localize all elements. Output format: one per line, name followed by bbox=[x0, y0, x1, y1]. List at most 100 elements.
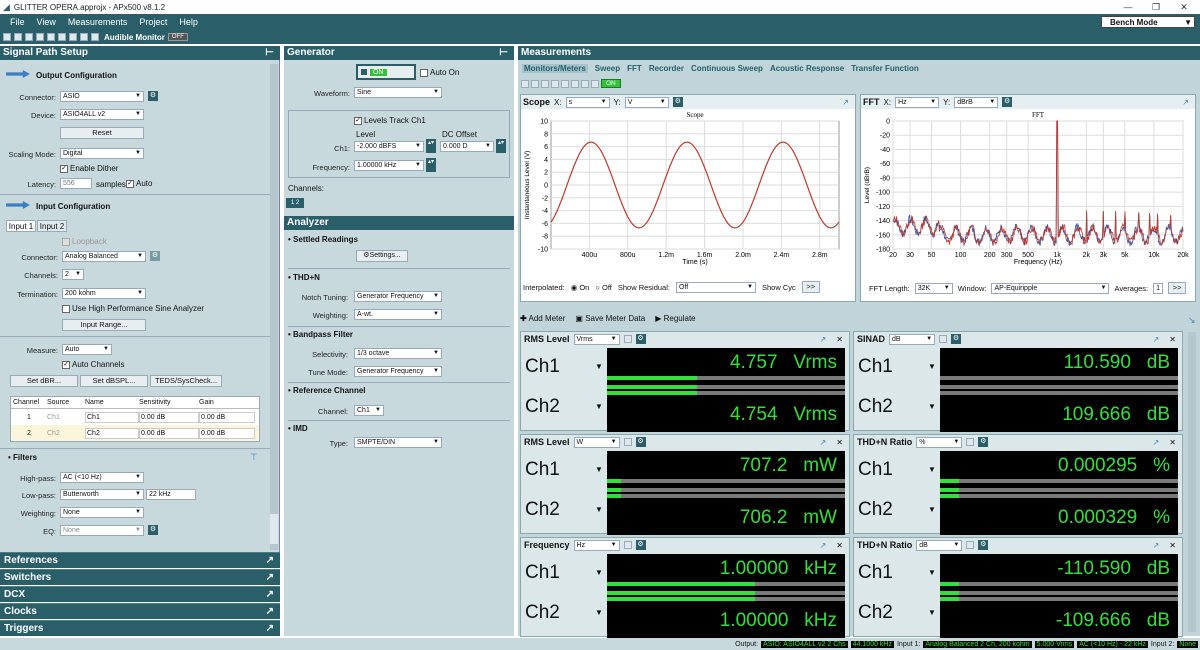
spin-icon[interactable]: ▴▾ bbox=[426, 158, 436, 172]
bar-icon[interactable] bbox=[541, 79, 549, 88]
tab-transfer-function[interactable]: Transfer Function bbox=[851, 64, 919, 73]
gear-icon[interactable]: ⚙ bbox=[635, 437, 646, 447]
tab-monitors-meters[interactable]: Monitors/Meters bbox=[522, 64, 588, 73]
generator-on-toggle[interactable]: ON bbox=[356, 64, 416, 80]
minimize-icon[interactable]: — bbox=[1115, 0, 1141, 14]
auto-on-checkbox[interactable]: Auto On bbox=[420, 68, 459, 77]
bench-mode-select[interactable]: Bench Mode ▼ bbox=[1101, 16, 1195, 28]
meter-format-icon[interactable] bbox=[966, 438, 975, 446]
latency-auto-checkbox[interactable]: ✓ Auto bbox=[126, 179, 152, 188]
chevron-down-icon[interactable]: ▼ bbox=[928, 568, 936, 577]
weighting-select[interactable]: None ▼ bbox=[60, 507, 144, 518]
interpolated-on-radio[interactable]: ◉ On bbox=[571, 283, 590, 292]
enable-dither-checkbox[interactable]: ✓ Enable Dither bbox=[60, 164, 118, 173]
set-dbr-button[interactable]: Set dBR... bbox=[10, 375, 78, 387]
close-icon[interactable]: ✕ bbox=[836, 335, 843, 344]
settings-icon[interactable] bbox=[69, 33, 77, 41]
chevron-down-icon[interactable]: ▼ bbox=[928, 402, 936, 411]
notch-select[interactable]: Generator Frequency ▼ bbox=[354, 291, 442, 302]
close-icon[interactable]: ✕ bbox=[836, 541, 843, 550]
scrollbar[interactable] bbox=[270, 64, 278, 550]
input-range-button[interactable]: Input Range... bbox=[62, 319, 146, 331]
channel-selector-icon[interactable]: 1 2 bbox=[286, 198, 304, 208]
menu-view[interactable]: View bbox=[37, 17, 56, 27]
tab-fft[interactable]: FFT bbox=[627, 64, 642, 73]
regulate-button[interactable]: ▶ Regulate bbox=[655, 314, 695, 323]
chevron-down-icon[interactable]: ▼ bbox=[595, 608, 603, 617]
menu-measurements[interactable]: Measurements bbox=[68, 17, 128, 27]
frequency-input[interactable]: 1.00000 kHz ▼ bbox=[354, 160, 424, 171]
channels-select[interactable]: 2 ▼ bbox=[62, 269, 84, 280]
gear-icon[interactable]: ⚙ bbox=[951, 334, 962, 344]
menu-help[interactable]: Help bbox=[179, 17, 198, 27]
meter-unit-select[interactable]: dB ▼ bbox=[916, 539, 963, 551]
gear-icon[interactable] bbox=[571, 79, 579, 88]
gear-icon[interactable]: ⚙ bbox=[1002, 97, 1013, 107]
device-select[interactable]: ASIO4ALL v2 ▼ bbox=[60, 109, 144, 120]
expand-icon[interactable]: ↗ bbox=[842, 98, 849, 107]
table-row[interactable]: 2 Ch2 Ch2 0.00 dB 0.00 dB bbox=[11, 425, 259, 441]
tab-sweep[interactable]: Sweep bbox=[595, 64, 620, 73]
fft-y-select[interactable]: dBrB ▼ bbox=[954, 96, 999, 108]
highpass-select[interactable]: AC (<10 Hz) ▼ bbox=[60, 472, 144, 483]
stop-icon[interactable] bbox=[591, 79, 599, 88]
meter-unit-select[interactable]: Hz ▼ bbox=[573, 539, 620, 551]
selectivity-select[interactable]: 1/3 octave ▼ bbox=[354, 348, 442, 359]
tab-continuous-sweep[interactable]: Continuous Sweep bbox=[691, 64, 763, 73]
chevron-down-icon[interactable]: ▼ bbox=[928, 362, 936, 371]
table-row[interactable]: 1 Ch1 Ch1 0.00 dB 0.00 dB bbox=[11, 409, 259, 425]
waveform-select[interactable]: Sine ▼ bbox=[354, 87, 442, 98]
loopback-checkbox[interactable]: Loopback bbox=[62, 237, 107, 246]
close-icon[interactable]: ✕ bbox=[1169, 438, 1176, 447]
teds-syscheck-button[interactable]: TEDS/SysCheck... bbox=[150, 375, 222, 387]
sequence-icon[interactable] bbox=[58, 33, 66, 41]
fft-length-select[interactable]: 32K ▼ bbox=[914, 282, 953, 294]
spin-icon[interactable]: ▴▾ bbox=[496, 139, 506, 153]
chevron-down-icon[interactable]: ▼ bbox=[928, 465, 936, 474]
cell-name[interactable]: Ch1 bbox=[85, 411, 139, 423]
list-icon[interactable] bbox=[551, 79, 559, 88]
collapse-icon[interactable]: ↘ bbox=[1188, 315, 1196, 326]
gear-icon[interactable]: ⚙ bbox=[978, 540, 989, 550]
chevron-down-icon[interactable]: ▼ bbox=[595, 402, 603, 411]
save-meter-data-button[interactable]: ▣ Save Meter Data bbox=[575, 314, 645, 323]
meter-unit-select[interactable]: dB ▼ bbox=[889, 333, 936, 345]
menu-project[interactable]: Project bbox=[139, 17, 167, 27]
set-dbspl-button[interactable]: Set dBSPL... bbox=[80, 375, 148, 387]
reset-button[interactable]: Reset bbox=[60, 127, 144, 139]
clock-icon[interactable] bbox=[581, 79, 589, 88]
meter-format-icon[interactable] bbox=[623, 335, 632, 343]
imd-type-select[interactable]: SMPTE/DIN ▼ bbox=[354, 437, 442, 448]
tab-input-1[interactable]: Input 1 bbox=[6, 220, 36, 232]
scope-x-select[interactable]: s ▼ bbox=[565, 96, 610, 108]
new-icon[interactable] bbox=[3, 33, 11, 41]
expand-icon[interactable]: ↗ bbox=[1153, 335, 1160, 344]
lowpass-select[interactable]: Butterworth ▼ bbox=[60, 489, 144, 500]
menu-file[interactable]: File bbox=[10, 17, 25, 27]
graph-icon[interactable] bbox=[531, 79, 539, 88]
fft-x-select[interactable]: Hz ▼ bbox=[895, 96, 940, 108]
gear-icon[interactable]: ⚙ bbox=[148, 91, 158, 101]
levels-track-checkbox[interactable]: ✓ Levels Track Ch1 bbox=[354, 116, 426, 125]
channel-select[interactable]: Ch1 ▼ bbox=[354, 405, 384, 416]
meter-unit-select[interactable]: Vrms ▼ bbox=[573, 333, 620, 345]
print-icon[interactable] bbox=[36, 33, 44, 41]
expand-icon[interactable]: ↗ bbox=[820, 438, 827, 447]
meter-format-icon[interactable] bbox=[623, 438, 632, 446]
cell-name[interactable]: Ch2 bbox=[85, 427, 139, 439]
meters-scrollbar[interactable] bbox=[1188, 332, 1196, 632]
more-button[interactable]: >> bbox=[801, 281, 820, 293]
connector-select[interactable]: ASIO ▼ bbox=[60, 91, 144, 102]
report-icon[interactable] bbox=[47, 33, 55, 41]
filter-icon[interactable]: ⊤ bbox=[250, 452, 258, 463]
meter-unit-select[interactable]: W ▼ bbox=[573, 436, 620, 448]
cell-sensitivity[interactable]: 0.00 dB bbox=[139, 411, 199, 423]
gear-icon[interactable]: ⚙ bbox=[148, 525, 158, 535]
chevron-down-icon[interactable]: ▼ bbox=[595, 568, 603, 577]
maximize-icon[interactable]: ❐ bbox=[1143, 0, 1169, 14]
chevron-down-icon[interactable]: ▼ bbox=[595, 362, 603, 371]
residual-select[interactable]: Off ▼ bbox=[675, 281, 756, 293]
scope-y-select[interactable]: V ▼ bbox=[624, 96, 669, 108]
gear-icon[interactable]: ⚙ bbox=[150, 251, 160, 261]
meter-format-icon[interactable] bbox=[623, 541, 632, 549]
